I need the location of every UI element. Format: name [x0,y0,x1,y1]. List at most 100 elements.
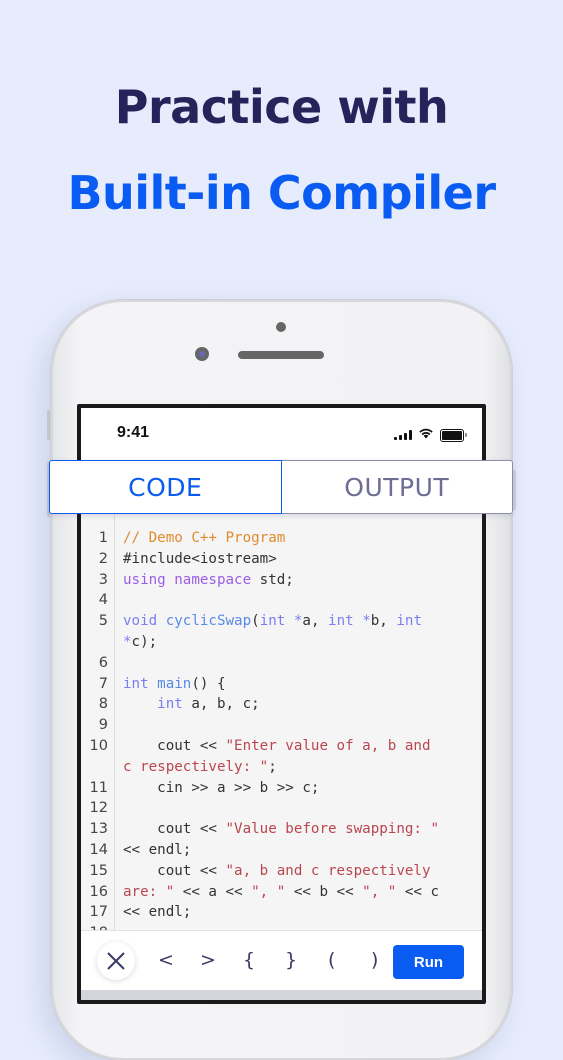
line-number: 5 [98,613,108,630]
line-code: << endl; [108,840,191,861]
line-number: 1 [98,530,108,546]
status-time: 9:41 [117,424,150,441]
line-code: #include<iostream> [108,549,277,570]
code-line: *c); [81,632,482,653]
code-token: ", " [251,883,286,900]
code-token: std; [251,571,294,588]
code-token: << endl; [123,904,192,921]
line-number: 18 [81,923,108,930]
line-code: cin >> a >> b >> c; [108,778,319,799]
code-token: cout << [123,821,226,838]
code-token: cin >> a >> b >> c; [123,779,320,796]
code-line: 7 int main() { [81,674,482,695]
status-icons [394,426,467,444]
tab-code[interactable]: CODE [49,460,282,514]
code-line: 14 << endl; [81,840,482,861]
code-token: int [328,613,354,630]
line-number: 11 [89,779,108,796]
close-icon [107,952,125,970]
code-token: int [396,613,422,630]
code-token: * [353,613,371,630]
code-token: namespace [174,571,252,588]
line-code: int a, b, c; [108,694,260,715]
code-token: int [259,613,286,630]
line-number: 4 [98,592,108,609]
close-button[interactable] [97,942,135,980]
code-line: 16 are: " << a << ", " << b << ", " << c [81,882,482,903]
code-line: 8 int a, b, c; [81,694,482,715]
code-editor[interactable]: 1 // Demo C++ Program 2 #include<iostream> 3… [81,514,482,930]
line-code: cout << "Enter value of a, b and [108,736,430,757]
phone-sensor [276,322,286,332]
code-token: int [157,696,183,713]
line-number: 3 [98,571,108,588]
insert-greater-than-button[interactable]: > [200,949,216,971]
code-token: ; [268,758,277,775]
code-line: 18 [81,923,482,930]
code-line: 11 cin >> a >> b >> c; [81,778,482,799]
line-code: using namespace std; [108,570,294,591]
code-line: 15 cout << "a, b and c respectively [81,861,482,882]
run-button[interactable]: Run [393,945,464,979]
line-number: 16 [89,883,108,900]
line-number: 7 [98,675,108,692]
insert-open-paren-button[interactable]: ( [328,949,335,971]
line-number: 10 [89,737,108,754]
line-number: 12 [89,800,108,817]
code-lines: 1 // Demo C++ Program 2 #include<iostream> 3… [81,528,482,930]
code-token: << b << [285,883,363,900]
line-number [81,632,108,653]
code-token: cyclicSwap [165,613,252,630]
line-code: are: " << a << ", " << b << ", " << c [108,882,439,903]
wifi-icon [418,426,434,444]
line-code: int main() { [108,674,226,695]
view-tabs: CODE OUTPUT [49,460,513,514]
line-code: cout << "a, b and c respectively [108,861,430,882]
signal-icon [394,430,412,440]
code-token: using [123,571,166,588]
code-line: 9 [81,715,482,736]
code-token: main [157,675,192,692]
code-token: #include<iostream> [123,550,277,567]
code-line: 2 #include<iostream> [81,549,482,570]
insert-close-brace-button[interactable]: } [285,949,297,971]
code-line: 5 void cyclicSwap(int *a, int *b, int [81,611,482,632]
line-number: 6 [98,654,108,671]
code-token: int [123,675,149,692]
line-number: 13 [89,821,108,838]
code-token: "Value before swapping: " [225,821,440,838]
code-line: c respectively: "; [81,757,482,778]
insert-close-paren-button[interactable]: ) [371,949,378,971]
code-line: 17 << endl; [81,902,482,923]
code-line: 3 using namespace std; [81,570,482,591]
code-token: a, b, c; [182,696,260,713]
insert-open-brace-button[interactable]: { [243,949,255,971]
line-code: << endl; [108,902,191,923]
line-number: 17 [89,904,108,921]
code-token: a, [302,613,329,630]
code-token: b, [370,613,397,630]
code-token: * [285,613,303,630]
code-token: c respectively: " [123,758,269,775]
code-token: << a << [174,883,252,900]
code-line: 4 [81,590,482,611]
line-number: 9 [98,717,108,734]
insert-less-than-button[interactable]: < [158,949,174,971]
line-number [81,757,108,778]
code-token: << endl; [123,841,192,858]
line-number: 2 [98,550,108,567]
code-token: ", " [362,883,397,900]
tab-output[interactable]: OUTPUT [281,460,513,514]
line-code: *c); [108,632,157,653]
code-token: are: " [123,883,175,900]
code-line: 6 [81,653,482,674]
line-code: // Demo C++ Program [108,528,285,549]
keyboard [81,990,482,1000]
